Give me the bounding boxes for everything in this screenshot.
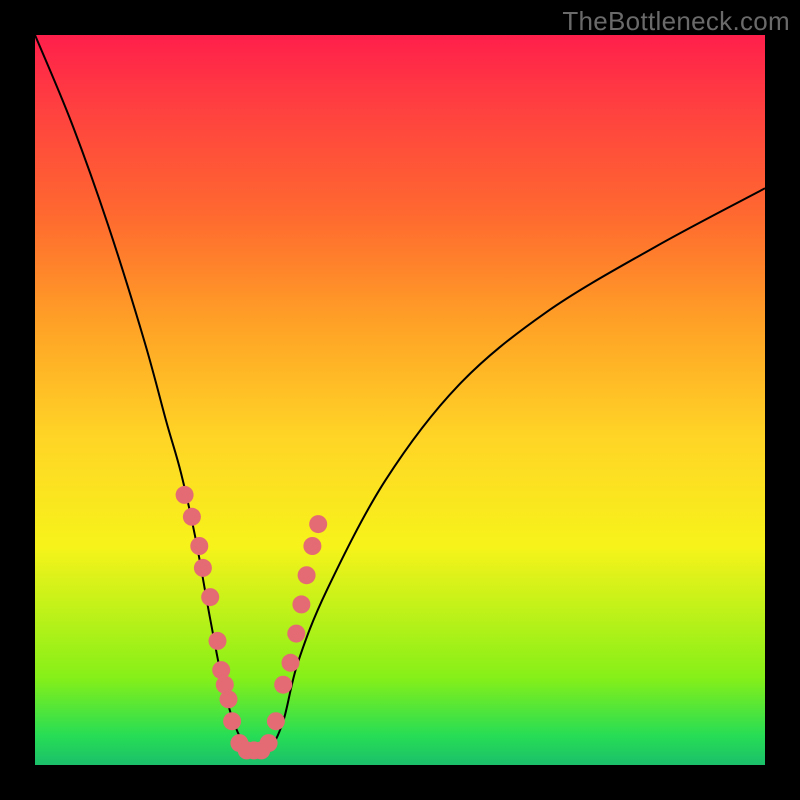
scatter-point (303, 537, 321, 555)
scatter-point (274, 676, 292, 694)
scatter-point (287, 625, 305, 643)
scatter-point (292, 595, 310, 613)
scatter-point (176, 486, 194, 504)
bottleneck-curve (35, 35, 765, 753)
scatter-point (260, 734, 278, 752)
scatter-point (309, 515, 327, 533)
plot-area (35, 35, 765, 765)
watermark-text: TheBottleneck.com (562, 6, 790, 37)
scatter-point (209, 632, 227, 650)
scatter-point (194, 559, 212, 577)
scatter-group (176, 486, 328, 760)
scatter-point (220, 690, 238, 708)
scatter-point (201, 588, 219, 606)
scatter-point (190, 537, 208, 555)
chart-svg (35, 35, 765, 765)
scatter-point (267, 712, 285, 730)
scatter-point (298, 566, 316, 584)
scatter-point (183, 508, 201, 526)
scatter-point (223, 712, 241, 730)
scatter-point (282, 654, 300, 672)
chart-frame: TheBottleneck.com (0, 0, 800, 800)
